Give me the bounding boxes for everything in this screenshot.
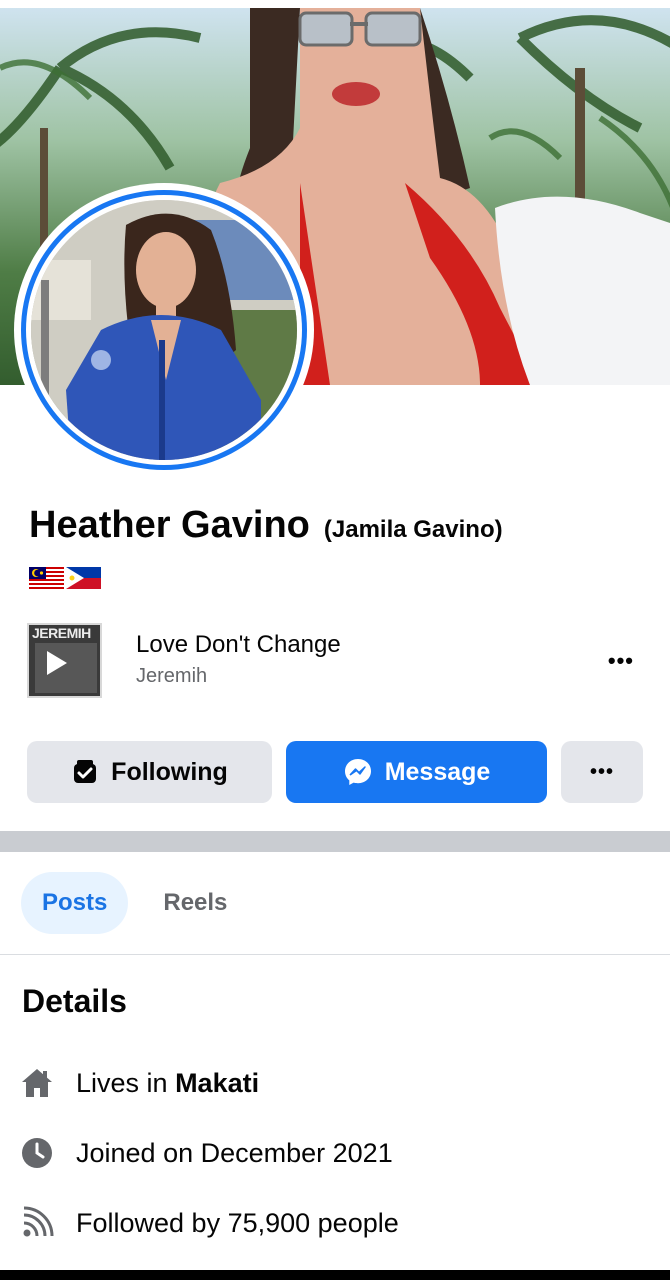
- profile-name-row: Heather Gavino (Jamila Gavino): [29, 504, 503, 547]
- avatar-photo: [31, 200, 297, 460]
- music-more-button[interactable]: •••: [608, 650, 634, 672]
- followers-text: Followed by 75,900 people: [76, 1207, 399, 1238]
- detail-followers: Followed by 75,900 people: [20, 1203, 399, 1243]
- more-dots-icon: •••: [589, 760, 614, 783]
- lives-in-prefix: Lives in: [76, 1067, 168, 1098]
- detail-joined: Joined on December 2021: [20, 1133, 393, 1173]
- tabs-divider: [0, 954, 670, 955]
- bio-flags: [29, 567, 101, 589]
- detail-lives-in: Lives in Makati: [20, 1063, 259, 1103]
- message-label: Message: [384, 757, 491, 786]
- status-strip: [0, 0, 670, 8]
- lives-in-city[interactable]: Makati: [175, 1068, 259, 1098]
- tab-reels[interactable]: Reels: [163, 889, 227, 917]
- album-art[interactable]: JEREMIH: [27, 623, 102, 698]
- alternate-name: (Jamila Gavino): [323, 516, 503, 543]
- play-icon: [35, 643, 97, 693]
- clock-icon: [20, 1136, 54, 1170]
- malaysia-flag-icon: [29, 567, 64, 589]
- following-icon: [74, 760, 97, 783]
- profile-picture[interactable]: [14, 183, 314, 477]
- profile-name: Heather Gavino: [29, 504, 310, 546]
- tab-posts[interactable]: Posts: [21, 872, 129, 934]
- song-title: Love Don't Change: [136, 631, 341, 658]
- following-button[interactable]: Following: [27, 741, 272, 803]
- profile-tabs: Posts Reels: [21, 872, 227, 934]
- joined-text: Joined on December 2021: [76, 1137, 393, 1168]
- details-heading: Details: [22, 983, 127, 1019]
- bottom-bar: [0, 1270, 670, 1280]
- philippines-flag-icon: [66, 567, 101, 589]
- home-icon: [20, 1066, 54, 1100]
- messenger-icon: [344, 759, 371, 785]
- song-artist: Jeremih: [136, 665, 208, 687]
- section-divider: [0, 831, 670, 852]
- profile-music[interactable]: JEREMIH Love Don't Change Jeremih •••: [27, 620, 642, 700]
- following-label: Following: [111, 757, 228, 786]
- avatar-ring: [21, 190, 307, 470]
- rss-followers-icon: [20, 1206, 54, 1240]
- message-button[interactable]: Message: [286, 741, 547, 803]
- profile-more-button[interactable]: •••: [561, 741, 643, 803]
